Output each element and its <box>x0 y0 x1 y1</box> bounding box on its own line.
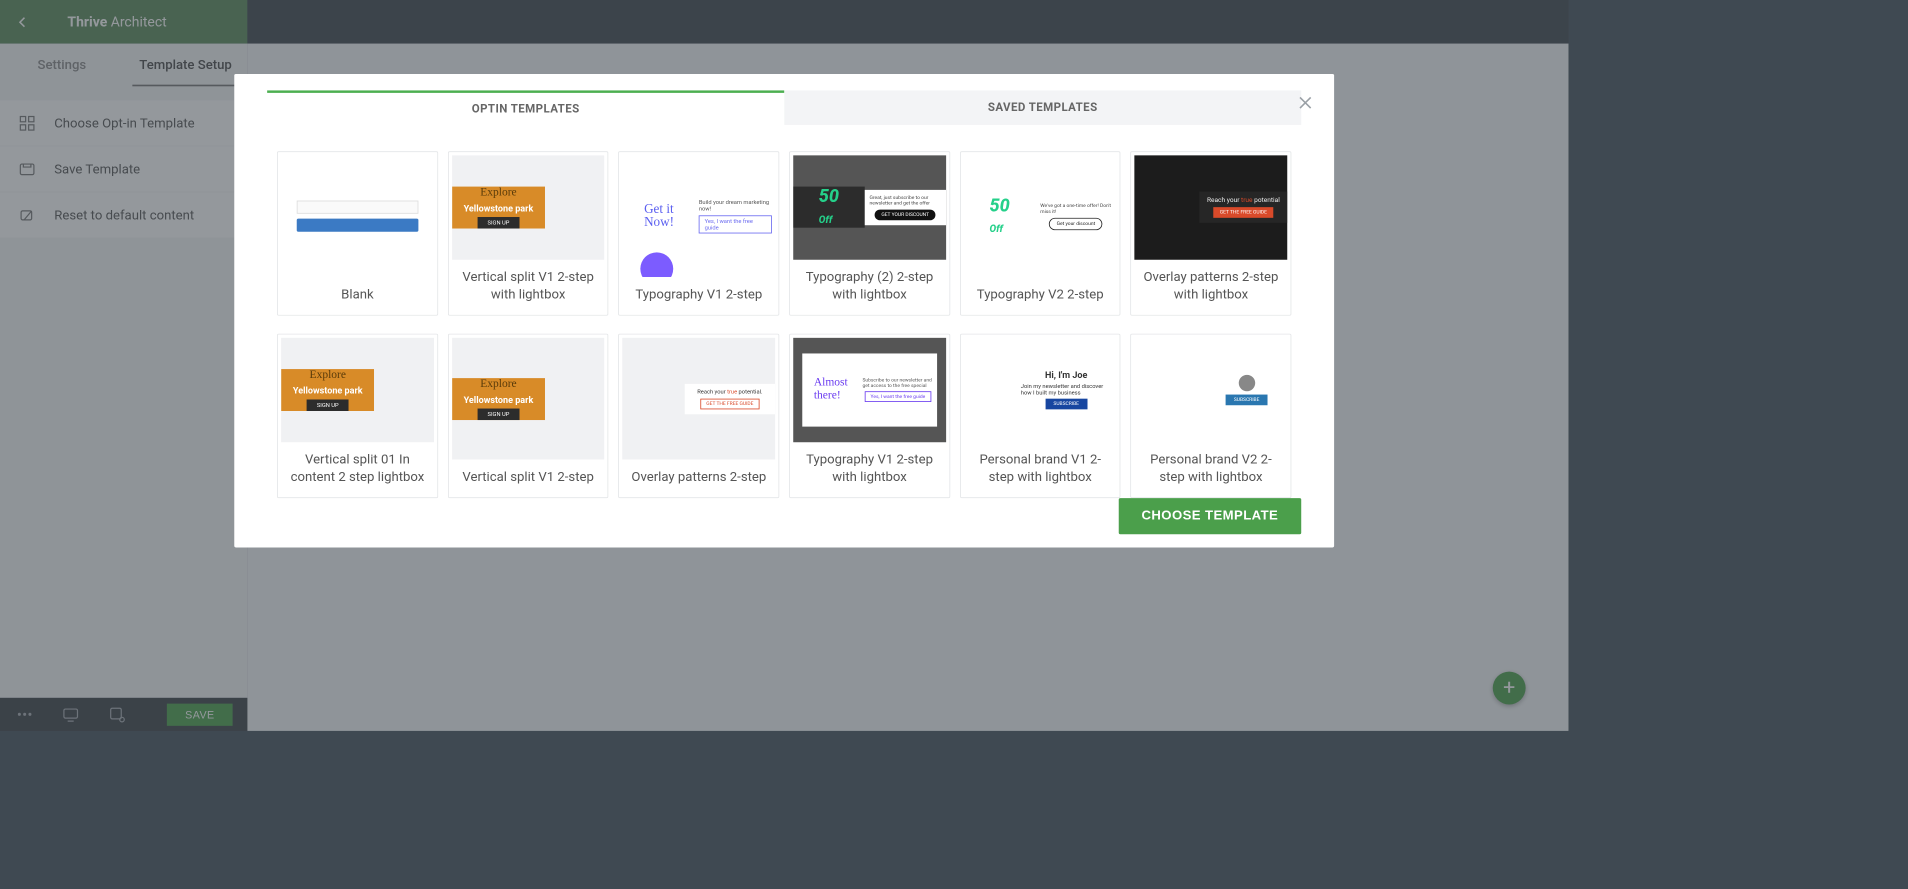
template-thumb: Hi, I'm JoeJoin my newsletter and discov… <box>964 338 1117 442</box>
template-label: Personal brand V1 2-step with lightbox <box>964 442 1117 494</box>
template-thumb <box>281 155 434 277</box>
template-card-typography-v1[interactable]: Get itNow! Build your dream marketing no… <box>618 151 779 315</box>
template-label: Personal brand V2 2-step with lightbox <box>1135 442 1288 494</box>
template-thumb: ExploreYellowstone parkSIGN UP <box>452 338 605 460</box>
template-label: Typography V1 2-step <box>623 277 776 311</box>
modal-overlay: OPTIN TEMPLATES SAVED TEMPLATES Blank Ex… <box>0 0 1568 731</box>
template-label: Blank <box>281 277 434 311</box>
template-card-blank[interactable]: Blank <box>277 151 438 315</box>
template-card-vertical-split-v1[interactable]: ExploreYellowstone parkSIGN UP Vertical … <box>448 334 609 498</box>
template-card-personal-brand-v1[interactable]: Hi, I'm JoeJoin my newsletter and discov… <box>960 334 1121 498</box>
template-card-vertical-split-01-incontent[interactable]: ExploreYellowstone parkSIGN UP Vertical … <box>277 334 438 498</box>
template-card-typography-v2[interactable]: 50Off We've got a one-time offer! Don't … <box>960 151 1121 315</box>
template-grid-panel[interactable]: Blank ExploreYellowstone parkSIGN UP Ver… <box>270 141 1298 527</box>
template-thumb: Almostthere! Subscribe to our newsletter… <box>793 338 946 442</box>
close-icon[interactable] <box>1295 92 1316 113</box>
template-thumb: ExploreYellowstone parkSIGN UP <box>452 155 605 259</box>
template-label: Overlay patterns 2-step with lightbox <box>1135 260 1288 312</box>
template-label: Vertical split V1 2-step with lightbox <box>452 260 605 312</box>
template-thumb: Reach your true potential.GET THE FREE G… <box>623 338 776 460</box>
template-thumb: ExploreYellowstone parkSIGN UP <box>281 338 434 442</box>
template-card-vertical-split-v1-lightbox[interactable]: ExploreYellowstone parkSIGN UP Vertical … <box>448 151 609 315</box>
template-card-typography-v1-lightbox[interactable]: Almostthere! Subscribe to our newsletter… <box>789 334 950 498</box>
template-chooser-modal: OPTIN TEMPLATES SAVED TEMPLATES Blank Ex… <box>234 74 1334 547</box>
template-card-personal-brand-v2[interactable]: SUBSCRIBE Personal brand V2 2-step with … <box>1131 334 1292 498</box>
template-thumb: Get itNow! Build your dream marketing no… <box>623 155 776 277</box>
template-label: Typography (2) 2-step with lightbox <box>793 260 946 312</box>
template-label: Vertical split V1 2-step <box>452 460 605 494</box>
template-label: Vertical split 01 In content 2 step ligh… <box>281 442 434 494</box>
template-thumb: 50Off Great, just subscribe to our newsl… <box>793 155 946 259</box>
tab-saved-templates[interactable]: SAVED TEMPLATES <box>784 90 1301 125</box>
template-label: Overlay patterns 2-step <box>623 460 776 494</box>
template-label: Typography V1 2-step with lightbox <box>793 442 946 494</box>
template-card-overlay-patterns-lightbox[interactable]: Reach your true potentialGET THE FREE GU… <box>1131 151 1292 315</box>
template-card-overlay-patterns-2step[interactable]: Reach your true potential.GET THE FREE G… <box>618 334 779 498</box>
tab-optin-templates[interactable]: OPTIN TEMPLATES <box>267 90 784 125</box>
template-thumb: 50Off We've got a one-time offer! Don't … <box>964 155 1117 277</box>
template-thumb: SUBSCRIBE <box>1135 338 1288 442</box>
template-label: Typography V2 2-step <box>964 277 1117 311</box>
template-thumb: Reach your true potentialGET THE FREE GU… <box>1135 155 1288 259</box>
choose-template-button[interactable]: CHOOSE TEMPLATE <box>1118 498 1301 534</box>
template-card-typography-2-lightbox[interactable]: 50Off Great, just subscribe to our newsl… <box>789 151 950 315</box>
